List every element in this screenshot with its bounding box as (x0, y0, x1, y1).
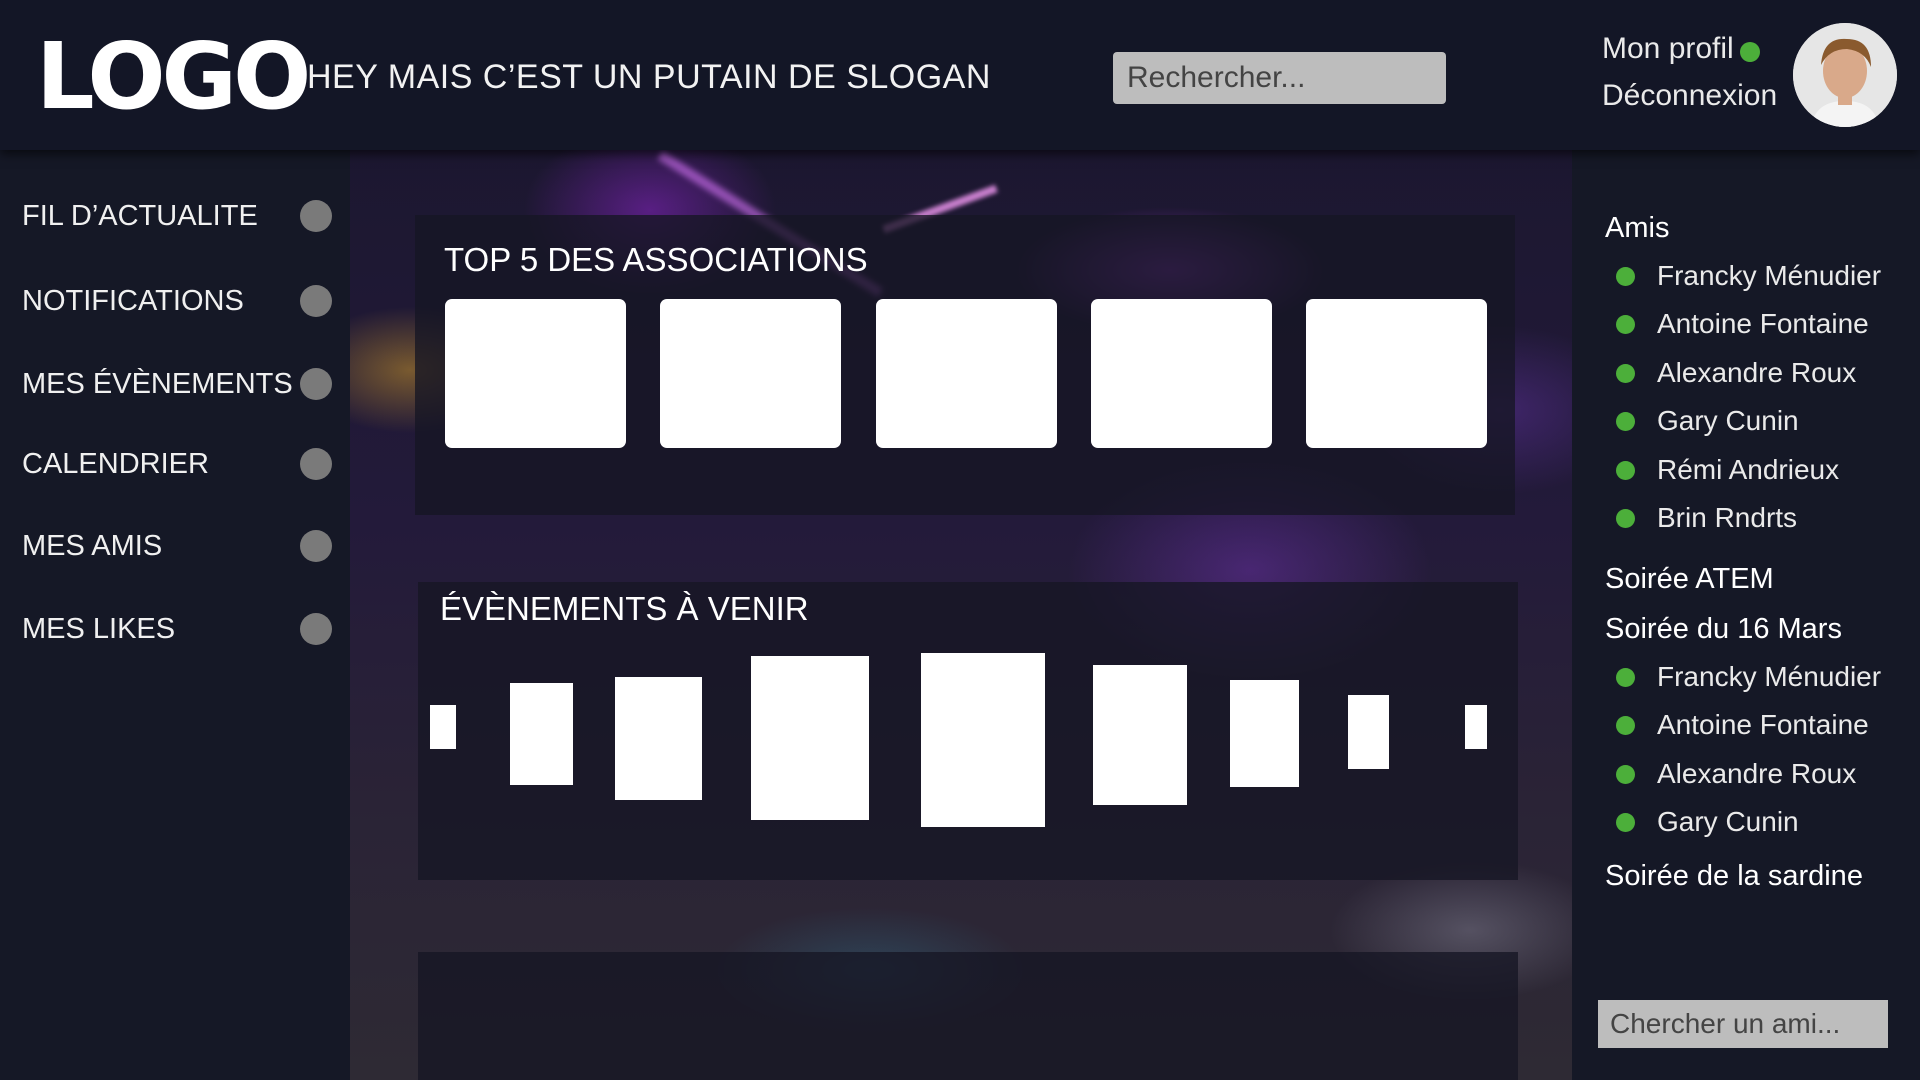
online-status-icon (1616, 266, 1635, 286)
friend-name: Gary Cunin (1657, 405, 1799, 436)
event-card[interactable] (1465, 705, 1487, 749)
content-panel (418, 952, 1518, 1080)
circle-icon (300, 613, 332, 645)
online-status-icon (1616, 812, 1635, 832)
event-card[interactable] (1348, 695, 1389, 769)
friend-name: Francky Ménudier (1657, 661, 1882, 692)
online-status-icon (1616, 363, 1635, 383)
online-status-icon (1616, 411, 1635, 431)
friends-heading: Amis (1605, 212, 1670, 244)
search-input[interactable] (1113, 51, 1515, 105)
right-sidebar: Amis Francky Ménudier Antoine Fontaine A… (1572, 150, 1920, 1080)
friend-item[interactable]: Gary Cunin (1616, 405, 1799, 437)
logout-link[interactable]: Déconnexion (1602, 79, 1777, 113)
friend-name: Francky Ménudier (1657, 260, 1882, 291)
event-card[interactable] (430, 705, 456, 749)
my-profile-link[interactable]: Mon profil (1602, 32, 1734, 66)
circle-icon (300, 200, 332, 232)
group-soiree-atem[interactable]: Soirée ATEM (1605, 563, 1774, 596)
association-card[interactable] (1091, 299, 1272, 448)
friend-name: Brin Rndrts (1657, 502, 1798, 533)
association-card[interactable] (876, 299, 1057, 448)
association-card[interactable] (445, 299, 626, 448)
online-status-icon (1616, 460, 1635, 480)
user-avatar-icon (1793, 23, 1897, 127)
online-status-icon (1616, 715, 1635, 735)
friend-item[interactable]: Antoine Fontaine (1616, 308, 1869, 340)
top-associations-title: TOP 5 DES ASSOCIATIONS (444, 241, 868, 278)
friend-item[interactable]: Rémi Andrieux (1616, 454, 1839, 486)
group-member-item[interactable]: Antoine Fontaine (1616, 709, 1869, 741)
friend-name: Antoine Fontaine (1657, 308, 1869, 339)
left-sidebar: FIL D’ACTUALITE NOTIFICATIONS MES ÉVÈNEM… (0, 150, 350, 1080)
header: LOGO HEY MAIS C’EST UN PUTAIN DE SLOGAN … (0, 0, 1920, 150)
sidebar-item-label: FIL D’ACTUALITE (22, 199, 258, 232)
circle-icon (300, 285, 332, 317)
event-card[interactable] (751, 656, 869, 820)
sidebar-item-label: MES LIKES (22, 612, 176, 645)
sidebar-item-label: MES AMIS (22, 529, 163, 562)
group-member-item[interactable]: Francky Ménudier (1616, 661, 1881, 693)
sidebar-item-label: NOTIFICATIONS (22, 284, 244, 317)
sidebar-item-my-events[interactable]: MES ÉVÈNEMENTS (22, 362, 332, 406)
friend-name: Alexandre Roux (1657, 758, 1857, 789)
association-card[interactable] (1306, 299, 1487, 448)
friend-item[interactable]: Brin Rndrts (1616, 502, 1797, 534)
friend-item[interactable]: Francky Ménudier (1616, 260, 1881, 292)
friend-name: Rémi Andrieux (1657, 454, 1840, 485)
event-card[interactable] (1230, 680, 1299, 787)
circle-icon (300, 448, 332, 480)
online-status-icon (1616, 314, 1635, 334)
group-member-item[interactable]: Gary Cunin (1616, 806, 1799, 838)
online-status-icon (1616, 667, 1635, 687)
search-bar (1113, 51, 1515, 105)
group-soiree-sardine[interactable]: Soirée de la sardine (1605, 860, 1863, 893)
association-card[interactable] (660, 299, 841, 448)
upcoming-events-panel: ÉVÈNEMENTS À VENIR (418, 582, 1518, 880)
avatar[interactable] (1793, 23, 1897, 127)
group-member-item[interactable]: Alexandre Roux (1616, 758, 1856, 790)
online-status-icon (1616, 764, 1635, 784)
friend-item[interactable]: Alexandre Roux (1616, 357, 1856, 389)
friend-name: Alexandre Roux (1657, 357, 1857, 388)
event-card[interactable] (510, 683, 573, 785)
sidebar-item-label: CALENDRIER (22, 447, 209, 480)
friend-name: Antoine Fontaine (1657, 709, 1869, 740)
friend-search-input[interactable] (1598, 1000, 1888, 1048)
sidebar-item-news-feed[interactable]: FIL D’ACTUALITE (22, 194, 332, 238)
sidebar-item-calendar[interactable]: CALENDRIER (22, 442, 332, 486)
logo[interactable]: LOGO (36, 22, 311, 132)
event-card[interactable] (921, 653, 1045, 827)
slogan: HEY MAIS C’EST UN PUTAIN DE SLOGAN (307, 58, 991, 96)
event-card[interactable] (1093, 665, 1187, 805)
sidebar-item-notifications[interactable]: NOTIFICATIONS (22, 279, 332, 323)
circle-icon (300, 368, 332, 400)
sidebar-item-label: MES ÉVÈNEMENTS (22, 367, 293, 400)
circle-icon (300, 530, 332, 562)
friend-name: Gary Cunin (1657, 806, 1799, 837)
online-status-icon (1616, 508, 1635, 528)
upcoming-events-title: ÉVÈNEMENTS À VENIR (440, 590, 809, 627)
online-status-icon (1740, 42, 1760, 62)
event-card[interactable] (615, 677, 702, 800)
top-associations-panel: TOP 5 DES ASSOCIATIONS (415, 215, 1515, 515)
sidebar-item-my-likes[interactable]: MES LIKES (22, 607, 332, 651)
sidebar-item-my-friends[interactable]: MES AMIS (22, 524, 332, 568)
group-soiree-16-mars[interactable]: Soirée du 16 Mars (1605, 613, 1842, 646)
